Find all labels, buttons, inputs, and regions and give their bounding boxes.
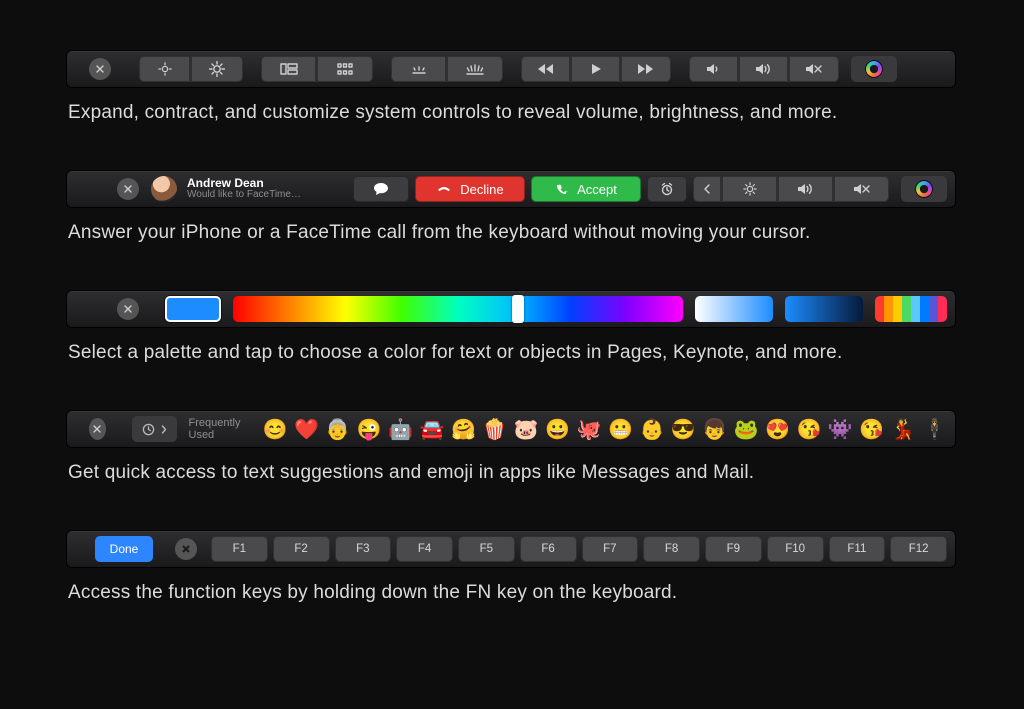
function-key-f7[interactable]: F7 — [582, 536, 639, 562]
decline-button[interactable]: Decline — [415, 176, 525, 202]
emoji-item[interactable]: 🐙 — [577, 417, 602, 442]
emoji-item[interactable]: 👦 — [702, 417, 727, 442]
function-key-f3[interactable]: F3 — [335, 536, 392, 562]
tint-slider[interactable] — [695, 296, 773, 322]
emoji-item[interactable]: 👾 — [828, 417, 853, 442]
selected-color-swatch[interactable] — [165, 296, 221, 322]
mission-control-button[interactable] — [261, 56, 317, 82]
fast-forward-button[interactable] — [621, 56, 671, 82]
close-icon[interactable] — [117, 298, 139, 320]
mute-button[interactable] — [833, 176, 889, 202]
message-button[interactable] — [353, 176, 409, 202]
done-button[interactable]: Done — [95, 536, 153, 562]
emoji-item[interactable]: 🕴 — [922, 417, 947, 442]
close-icon[interactable] — [89, 58, 111, 80]
emoji-item[interactable]: 😜 — [357, 417, 382, 442]
brightness-up-button[interactable] — [191, 56, 243, 82]
emoji-item[interactable]: 😬 — [608, 417, 633, 442]
palette-swatch[interactable] — [884, 296, 893, 322]
function-key-f12[interactable]: F12 — [890, 536, 947, 562]
emoji-list: 😊❤️👵😜🤖🚘🤗🍿🐷😀🐙😬👶😎👦🐸😍😘👾😘💃🕴 — [263, 417, 947, 442]
siri-icon — [865, 60, 883, 78]
emoji-item[interactable]: 🤗 — [451, 417, 476, 442]
recent-button[interactable] — [132, 416, 177, 442]
emoji-category-label: Frequently Used — [189, 417, 251, 441]
emoji-item[interactable]: 🍿 — [482, 417, 507, 442]
palette-swatch[interactable] — [911, 296, 920, 322]
emoji-item[interactable]: 🐷 — [514, 417, 539, 442]
touchbar-call: Andrew Dean Would like to FaceTime… Decl… — [66, 170, 956, 208]
emoji-item[interactable]: 😘 — [859, 417, 884, 442]
rewind-button[interactable] — [521, 56, 571, 82]
function-key-f11[interactable]: F11 — [829, 536, 886, 562]
palette-swatch[interactable] — [902, 296, 911, 322]
touchbar-color-picker — [66, 290, 956, 328]
function-key-f6[interactable]: F6 — [520, 536, 577, 562]
function-key-f2[interactable]: F2 — [273, 536, 330, 562]
close-icon[interactable] — [89, 418, 106, 440]
emoji-item[interactable]: 💃 — [891, 417, 916, 442]
done-label: Done — [110, 542, 139, 556]
emoji-item[interactable]: 🚘 — [420, 417, 445, 442]
expand-chevron-button[interactable] — [693, 176, 721, 202]
close-icon[interactable] — [175, 538, 197, 560]
siri-icon — [915, 180, 933, 198]
volume-down-button[interactable] — [689, 56, 739, 82]
emoji-item[interactable]: ❤️ — [294, 417, 319, 442]
emoji-item[interactable]: 👵 — [325, 417, 350, 442]
emoji-item[interactable]: 👶 — [639, 417, 664, 442]
keyboard-brightness-down-button[interactable] — [391, 56, 447, 82]
function-key-f5[interactable]: F5 — [458, 536, 515, 562]
palette-swatch[interactable] — [929, 296, 938, 322]
touchbar-function-keys: Done F1F2F3F4F5F6F7F8F9F10F11F12 — [66, 530, 956, 568]
launchpad-button[interactable] — [317, 56, 373, 82]
touchbar-emoji: Frequently Used 😊❤️👵😜🤖🚘🤗🍿🐷😀🐙😬👶😎👦🐸😍😘👾😘💃🕴 — [66, 410, 956, 448]
function-key-f8[interactable]: F8 — [643, 536, 700, 562]
color-palette[interactable] — [875, 296, 947, 322]
keyboard-brightness-up-button[interactable] — [447, 56, 503, 82]
caption-fkeys: Access the function keys by holding down… — [68, 582, 958, 604]
shade-slider[interactable] — [785, 296, 863, 322]
accept-label: Accept — [577, 182, 617, 197]
emoji-item[interactable]: 😍 — [765, 417, 790, 442]
emoji-item[interactable]: 😘 — [796, 417, 821, 442]
accept-button[interactable]: Accept — [531, 176, 641, 202]
function-key-row: F1F2F3F4F5F6F7F8F9F10F11F12 — [211, 536, 947, 562]
close-icon[interactable] — [117, 178, 139, 200]
function-key-f1[interactable]: F1 — [211, 536, 268, 562]
volume-up-button[interactable] — [739, 56, 789, 82]
caption-emoji: Get quick access to text suggestions and… — [68, 462, 958, 484]
caption-call: Answer your iPhone or a FaceTime call fr… — [68, 222, 958, 244]
remind-later-button[interactable] — [647, 176, 687, 202]
siri-button[interactable] — [851, 56, 897, 82]
emoji-item[interactable]: 😊 — [263, 417, 288, 442]
siri-button[interactable] — [901, 176, 947, 202]
decline-label: Decline — [460, 182, 503, 197]
emoji-item[interactable]: 🤖 — [388, 417, 413, 442]
function-key-f9[interactable]: F9 — [705, 536, 762, 562]
palette-swatch[interactable] — [875, 296, 884, 322]
caption-color: Select a palette and tap to choose a col… — [68, 342, 958, 364]
caller-info: Andrew Dean Would like to FaceTime… — [187, 177, 301, 200]
caption-system-controls: Expand, contract, and customize system c… — [68, 102, 958, 124]
emoji-item[interactable]: 😀 — [545, 417, 570, 442]
mute-button[interactable] — [789, 56, 839, 82]
volume-button[interactable] — [777, 176, 833, 202]
palette-swatch[interactable] — [920, 296, 929, 322]
touchbar-system-controls — [66, 50, 956, 88]
brightness-down-button[interactable] — [139, 56, 191, 82]
function-key-f4[interactable]: F4 — [396, 536, 453, 562]
emoji-item[interactable]: 😎 — [671, 417, 696, 442]
function-key-f10[interactable]: F10 — [767, 536, 824, 562]
palette-swatch[interactable] — [938, 296, 947, 322]
hue-slider[interactable] — [233, 296, 683, 322]
caller-subtitle: Would like to FaceTime… — [187, 190, 301, 201]
control-strip — [693, 176, 889, 202]
caller-avatar — [151, 176, 177, 202]
palette-swatch[interactable] — [893, 296, 902, 322]
emoji-item[interactable]: 🐸 — [734, 417, 759, 442]
brightness-button[interactable] — [721, 176, 777, 202]
hue-slider-handle[interactable] — [512, 295, 524, 323]
play-button[interactable] — [571, 56, 621, 82]
